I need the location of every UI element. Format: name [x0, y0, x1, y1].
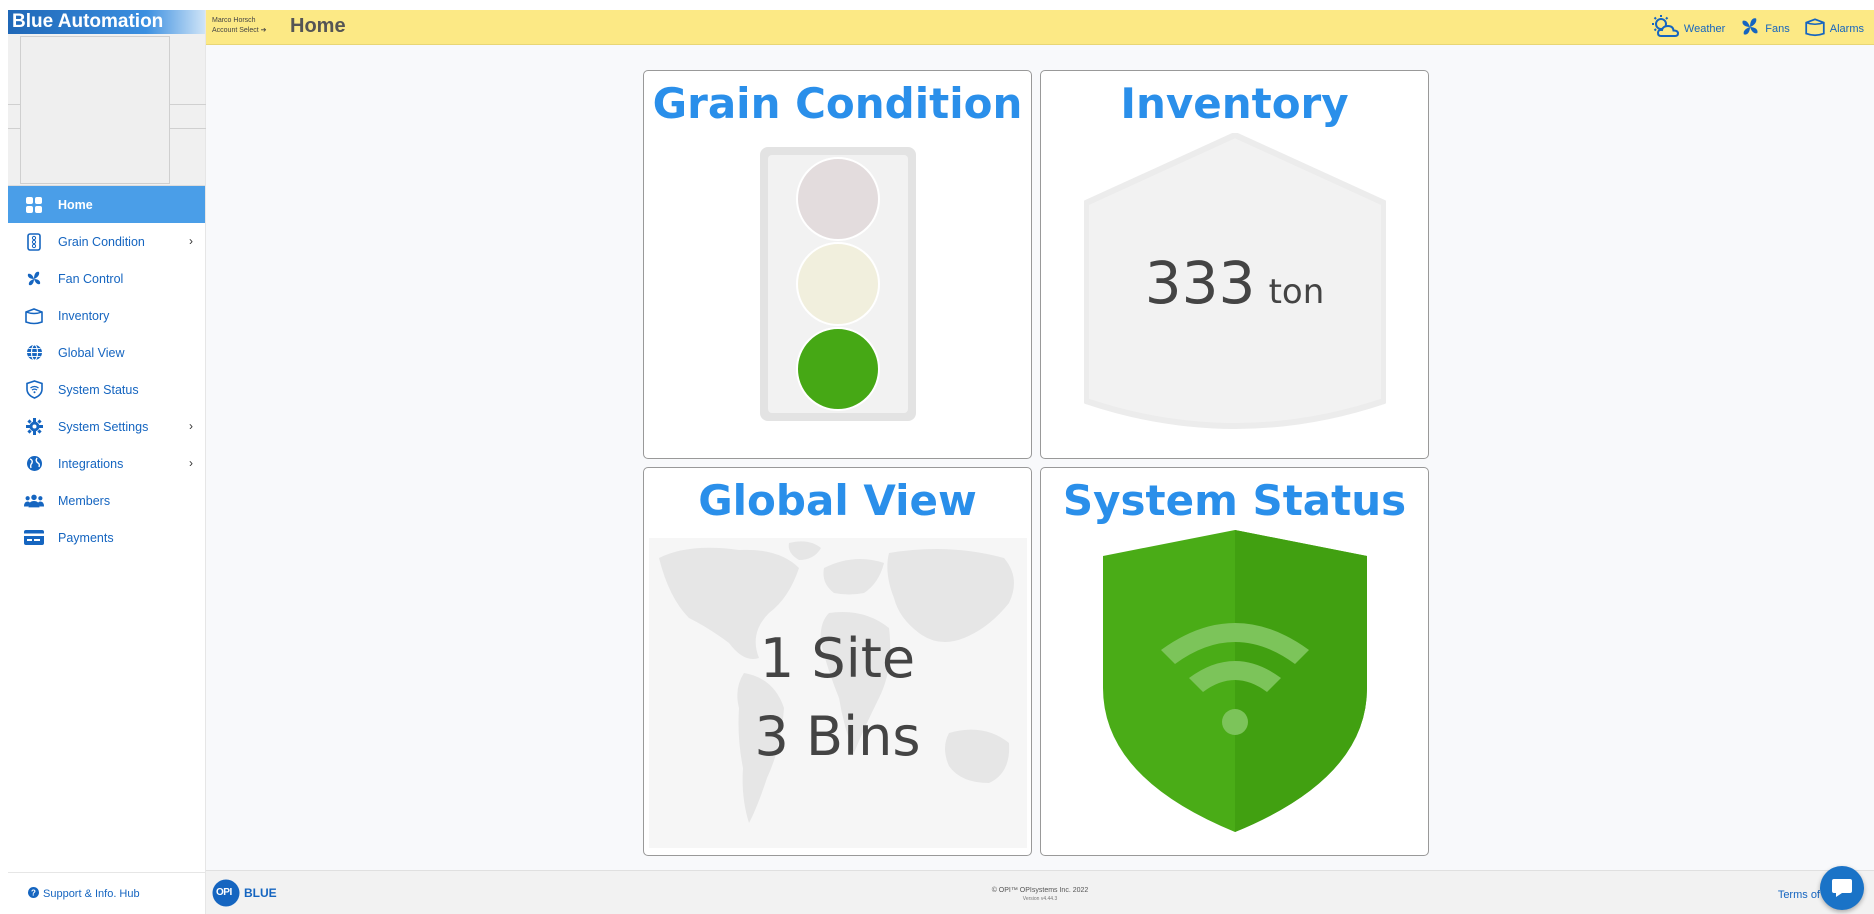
grid-icon: [24, 195, 44, 215]
card-title: System Status: [1062, 476, 1407, 525]
account-user: Marco Horsch: [212, 17, 256, 24]
alarms-link[interactable]: Alarms: [1804, 17, 1864, 40]
sidebar-item-inventory[interactable]: Inventory: [8, 297, 205, 334]
sidebar-item-label: Payments: [58, 530, 114, 545]
global-view-summary: 1 Site 3 Bins: [644, 620, 1031, 776]
sidebar-item-label: Inventory: [58, 308, 110, 323]
sidebar-item-label: System Settings: [58, 419, 149, 434]
sidebar-item-system-status[interactable]: System Status: [8, 371, 205, 408]
sidebar-item-global-view[interactable]: Global View: [8, 334, 205, 371]
svg-text:?: ?: [31, 888, 36, 897]
fan-icon: [24, 269, 44, 289]
chat-icon: [1832, 879, 1852, 897]
copyright: © OPI™ OPIsystems Inc. 2022 Version v4.4…: [206, 886, 1874, 904]
support-label: Support & Info. Hub: [43, 887, 140, 900]
sidebar-item-members[interactable]: Members: [8, 482, 205, 519]
sidebar-item-label: Integrations: [58, 456, 124, 471]
footer: OPI BLUE © OPI™ OPIsystems Inc. 2022 Ver…: [206, 870, 1874, 914]
shield-wifi-icon: [24, 380, 44, 400]
sidebar-item-label: Fan Control: [58, 271, 124, 286]
copyright-text: © OPI™ OPIsystems Inc. 2022: [991, 887, 1089, 894]
app-root: Blue Automation Home Grain Condition › F…: [0, 0, 1874, 914]
fans-label: Fans: [1765, 22, 1790, 35]
globe-icon: [24, 343, 44, 363]
top-bar: Marco Horsch Account Select ➔ Home Weath…: [206, 10, 1874, 45]
weather-label: Weather: [1683, 22, 1726, 35]
members-icon: [24, 491, 44, 511]
version-text: Version v4.44.3: [1022, 896, 1058, 902]
chat-button[interactable]: [1820, 866, 1864, 910]
sidebar-item-label: System Status: [58, 382, 139, 397]
payment-card-icon: [24, 528, 44, 548]
chevron-right-icon: ›: [189, 419, 193, 433]
shield-status-graphic: [1103, 530, 1367, 832]
fans-link[interactable]: Fans: [1739, 16, 1790, 41]
brand-title: Blue Automation: [8, 10, 205, 34]
gear-icon: [24, 417, 44, 437]
grain-condition-card[interactable]: Grain Condition: [643, 70, 1032, 459]
page-title: Home: [290, 15, 346, 37]
chevron-right-icon: ›: [189, 234, 193, 248]
sidebar: Blue Automation Home Grain Condition › F…: [8, 10, 206, 914]
bin-count: 3 Bins: [754, 705, 921, 768]
card-title: Inventory: [1120, 79, 1349, 128]
header-links: Weather Fans Alarms: [1651, 15, 1864, 42]
sidebar-item-system-settings[interactable]: System Settings ›: [8, 408, 205, 445]
card-title: Grain Condition: [652, 79, 1023, 128]
sidebar-item-label: Grain Condition: [58, 234, 145, 249]
inventory-value: 333: [1144, 249, 1256, 317]
alarm-bin-icon: [1804, 17, 1826, 40]
weather-link[interactable]: Weather: [1651, 15, 1726, 42]
inventory-amount: 333 ton: [1041, 249, 1428, 317]
site-count: 1 Site: [759, 627, 916, 690]
sidebar-nav: Home Grain Condition › Fan Control Inven…: [8, 186, 205, 556]
sidebar-item-label: Home: [58, 197, 93, 212]
sidebar-item-payments[interactable]: Payments: [8, 519, 205, 556]
sidebar-item-label: Members: [58, 493, 111, 508]
sidebar-item-label: Global View: [58, 345, 125, 360]
company-logo-placeholder: [20, 36, 170, 184]
chevron-right-icon: ›: [189, 456, 193, 470]
fan-icon: [1739, 16, 1761, 41]
traffic-light-icon: [24, 232, 44, 252]
sidebar-item-grain-condition[interactable]: Grain Condition ›: [8, 223, 205, 260]
support-link[interactable]: ? Support & Info. Hub: [8, 872, 206, 914]
bin-icon: [24, 306, 44, 326]
help-icon: ?: [28, 886, 39, 901]
system-status-card[interactable]: System Status: [1040, 467, 1429, 856]
inventory-unit: ton: [1268, 272, 1325, 312]
account-select-label: Account Select ➔: [212, 27, 267, 34]
account-select[interactable]: Marco Horsch Account Select ➔: [212, 16, 267, 36]
alarms-label: Alarms: [1829, 22, 1864, 35]
sidebar-item-home[interactable]: Home: [8, 186, 205, 223]
earth-icon: [24, 454, 44, 474]
company-logo-area: [8, 34, 206, 186]
sidebar-item-integrations[interactable]: Integrations ›: [8, 445, 205, 482]
card-title: Global View: [698, 476, 977, 525]
global-view-card[interactable]: Global View 1 Site 3 Bins: [643, 467, 1032, 856]
inventory-card[interactable]: Inventory 333 ton: [1040, 70, 1429, 459]
dashboard: Grain Condition Inventory 333 ton Global…: [206, 45, 1874, 870]
traffic-light-graphic: [760, 147, 916, 421]
terms-link[interactable]: Terms of: [1778, 889, 1820, 901]
weather-icon: [1651, 15, 1680, 42]
sidebar-item-fan-control[interactable]: Fan Control: [8, 260, 205, 297]
